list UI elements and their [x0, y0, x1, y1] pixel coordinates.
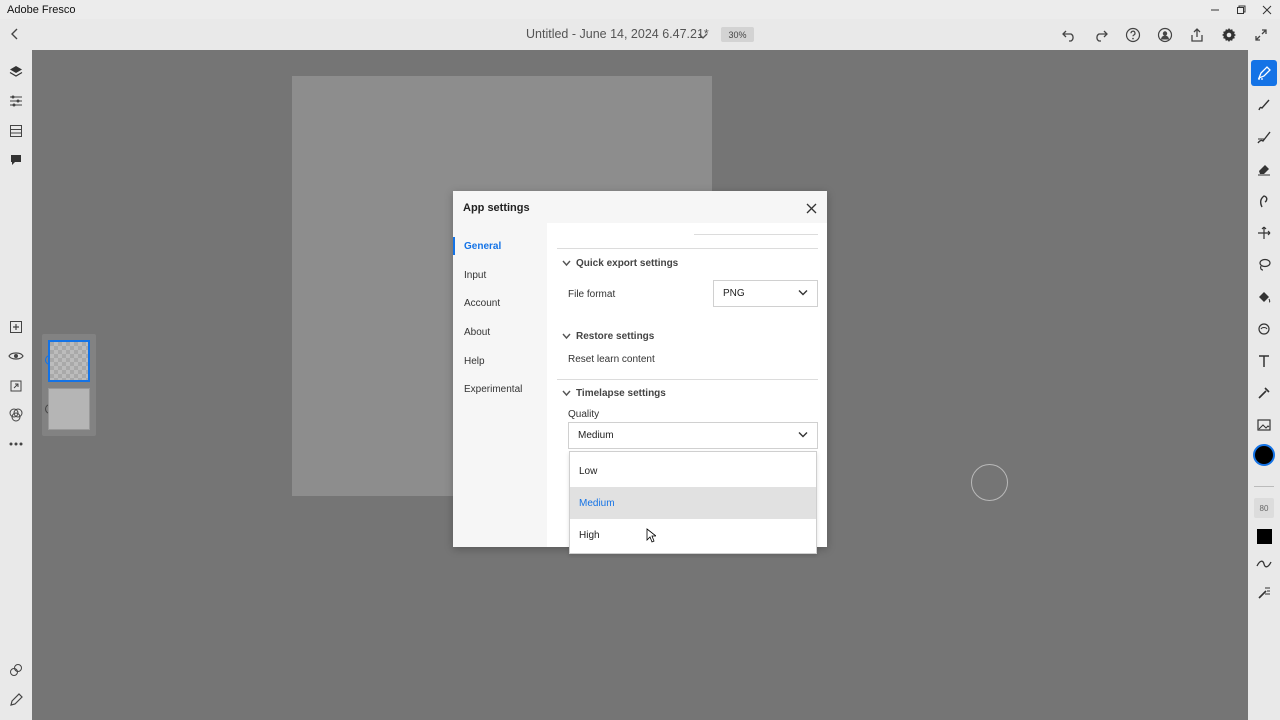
eraser-icon[interactable]: [1251, 156, 1277, 182]
quality-option-high[interactable]: High: [570, 519, 816, 551]
comment-icon[interactable]: [5, 149, 27, 171]
file-format-value: PNG: [723, 288, 745, 299]
lasso-icon[interactable]: [1251, 252, 1277, 278]
minimize-icon[interactable]: [1202, 0, 1228, 19]
layer-thumb-active[interactable]: [48, 340, 90, 382]
share-user-icon[interactable]: [1154, 24, 1176, 46]
quick-export-heading[interactable]: Quick export settings: [562, 258, 678, 269]
file-format-select[interactable]: PNG: [713, 280, 818, 307]
divider: [557, 248, 818, 249]
settings-nav: General Input Account About Help Experim…: [453, 223, 547, 547]
chevron-down-icon[interactable]: [697, 28, 709, 46]
nav-item-about[interactable]: About: [464, 327, 490, 338]
close-icon[interactable]: [803, 200, 819, 216]
live-brush-icon[interactable]: [5, 659, 27, 681]
help-icon[interactable]: [1122, 24, 1144, 46]
blend-icon[interactable]: [5, 404, 27, 426]
brush-size[interactable]: 80: [1251, 495, 1277, 521]
move-icon[interactable]: [1251, 220, 1277, 246]
quality-label: Quality: [568, 409, 600, 420]
divider: [557, 379, 818, 380]
quality-dropdown-list: Low Medium High: [569, 451, 817, 554]
nav-item-account[interactable]: Account: [464, 298, 500, 309]
divider: [694, 234, 818, 235]
smudge-icon[interactable]: [1251, 188, 1277, 214]
app-header: Untitled - June 14, 2024 6.47.21* 30%: [0, 19, 1280, 50]
nav-item-general[interactable]: General: [464, 241, 501, 252]
image-icon[interactable]: [1251, 412, 1277, 438]
layer-properties-icon[interactable]: [5, 90, 27, 112]
eyedropper-icon[interactable]: [1251, 380, 1277, 406]
nav-item-input[interactable]: Input: [464, 270, 486, 281]
document-title[interactable]: Untitled - June 14, 2024 6.47.21*: [526, 27, 709, 41]
nav-item-help[interactable]: Help: [464, 356, 485, 367]
left-toolbar: [0, 50, 32, 720]
fullscreen-icon[interactable]: [1250, 24, 1272, 46]
layers-thumbnails: [42, 334, 96, 436]
brush-size-value: 80: [1254, 498, 1274, 518]
fill-icon[interactable]: [1251, 284, 1277, 310]
undo-icon[interactable]: [1058, 24, 1080, 46]
restore-icon[interactable]: [1228, 0, 1254, 19]
header-actions: [1058, 24, 1272, 46]
window-title-bar: Adobe Fresco: [0, 0, 1280, 19]
pencil-icon[interactable]: [5, 689, 27, 711]
text-icon[interactable]: [1251, 348, 1277, 374]
quality-select[interactable]: Medium: [568, 422, 818, 449]
visibility-icon[interactable]: [5, 345, 27, 367]
chevron-down-icon: [798, 288, 808, 299]
brush-cursor: [971, 464, 1008, 501]
chevron-down-icon: [562, 390, 571, 397]
chevron-down-icon: [798, 430, 808, 441]
nav-item-experimental[interactable]: Experimental: [464, 384, 522, 395]
back-arrow-icon[interactable]: [6, 25, 24, 43]
divider: [1254, 486, 1274, 487]
settings-gear-icon[interactable]: [1218, 24, 1240, 46]
quality-option-medium[interactable]: Medium: [570, 487, 816, 519]
add-layer-icon[interactable]: [5, 316, 27, 338]
file-format-label: File format: [568, 289, 616, 300]
color-swatch[interactable]: [1251, 442, 1277, 468]
zoom-level[interactable]: 30%: [721, 27, 754, 42]
quality-option-low[interactable]: Low: [570, 455, 816, 487]
layer-thumb-background[interactable]: [48, 388, 90, 430]
live-brush-icon[interactable]: [1251, 124, 1277, 150]
app-title: Adobe Fresco: [7, 3, 76, 16]
chevron-down-icon: [562, 260, 571, 267]
redo-icon[interactable]: [1090, 24, 1112, 46]
quick-export-heading-label: Quick export settings: [576, 258, 679, 269]
grid-icon[interactable]: [5, 120, 27, 142]
stroke-smoothing-icon[interactable]: [1251, 551, 1277, 577]
import-icon[interactable]: [5, 375, 27, 397]
dialog-title: App settings: [463, 202, 530, 214]
restore-settings-heading[interactable]: Restore settings: [562, 331, 654, 342]
pixel-brush-icon[interactable]: [1251, 92, 1277, 118]
selection-brush-icon[interactable]: [1251, 60, 1277, 86]
reset-learn-content-link[interactable]: Reset learn content: [568, 354, 655, 365]
quality-value: Medium: [578, 430, 614, 441]
more-icon[interactable]: [5, 433, 27, 455]
chevron-down-icon: [562, 333, 571, 340]
close-icon[interactable]: [1254, 0, 1280, 19]
export-icon[interactable]: [1186, 24, 1208, 46]
right-toolbar: 80: [1248, 50, 1280, 720]
liquify-icon[interactable]: [1251, 316, 1277, 342]
brush-settings-icon[interactable]: [1251, 580, 1277, 606]
restore-settings-heading-label: Restore settings: [576, 331, 655, 342]
layers-icon[interactable]: [5, 61, 27, 83]
nav-active-indicator: [453, 237, 455, 255]
mouse-pointer-icon: [646, 528, 656, 543]
timelapse-settings-heading[interactable]: Timelapse settings: [562, 388, 666, 399]
brush-color-square[interactable]: [1251, 523, 1277, 549]
window-controls: [1202, 0, 1280, 19]
timelapse-settings-heading-label: Timelapse settings: [576, 388, 666, 399]
